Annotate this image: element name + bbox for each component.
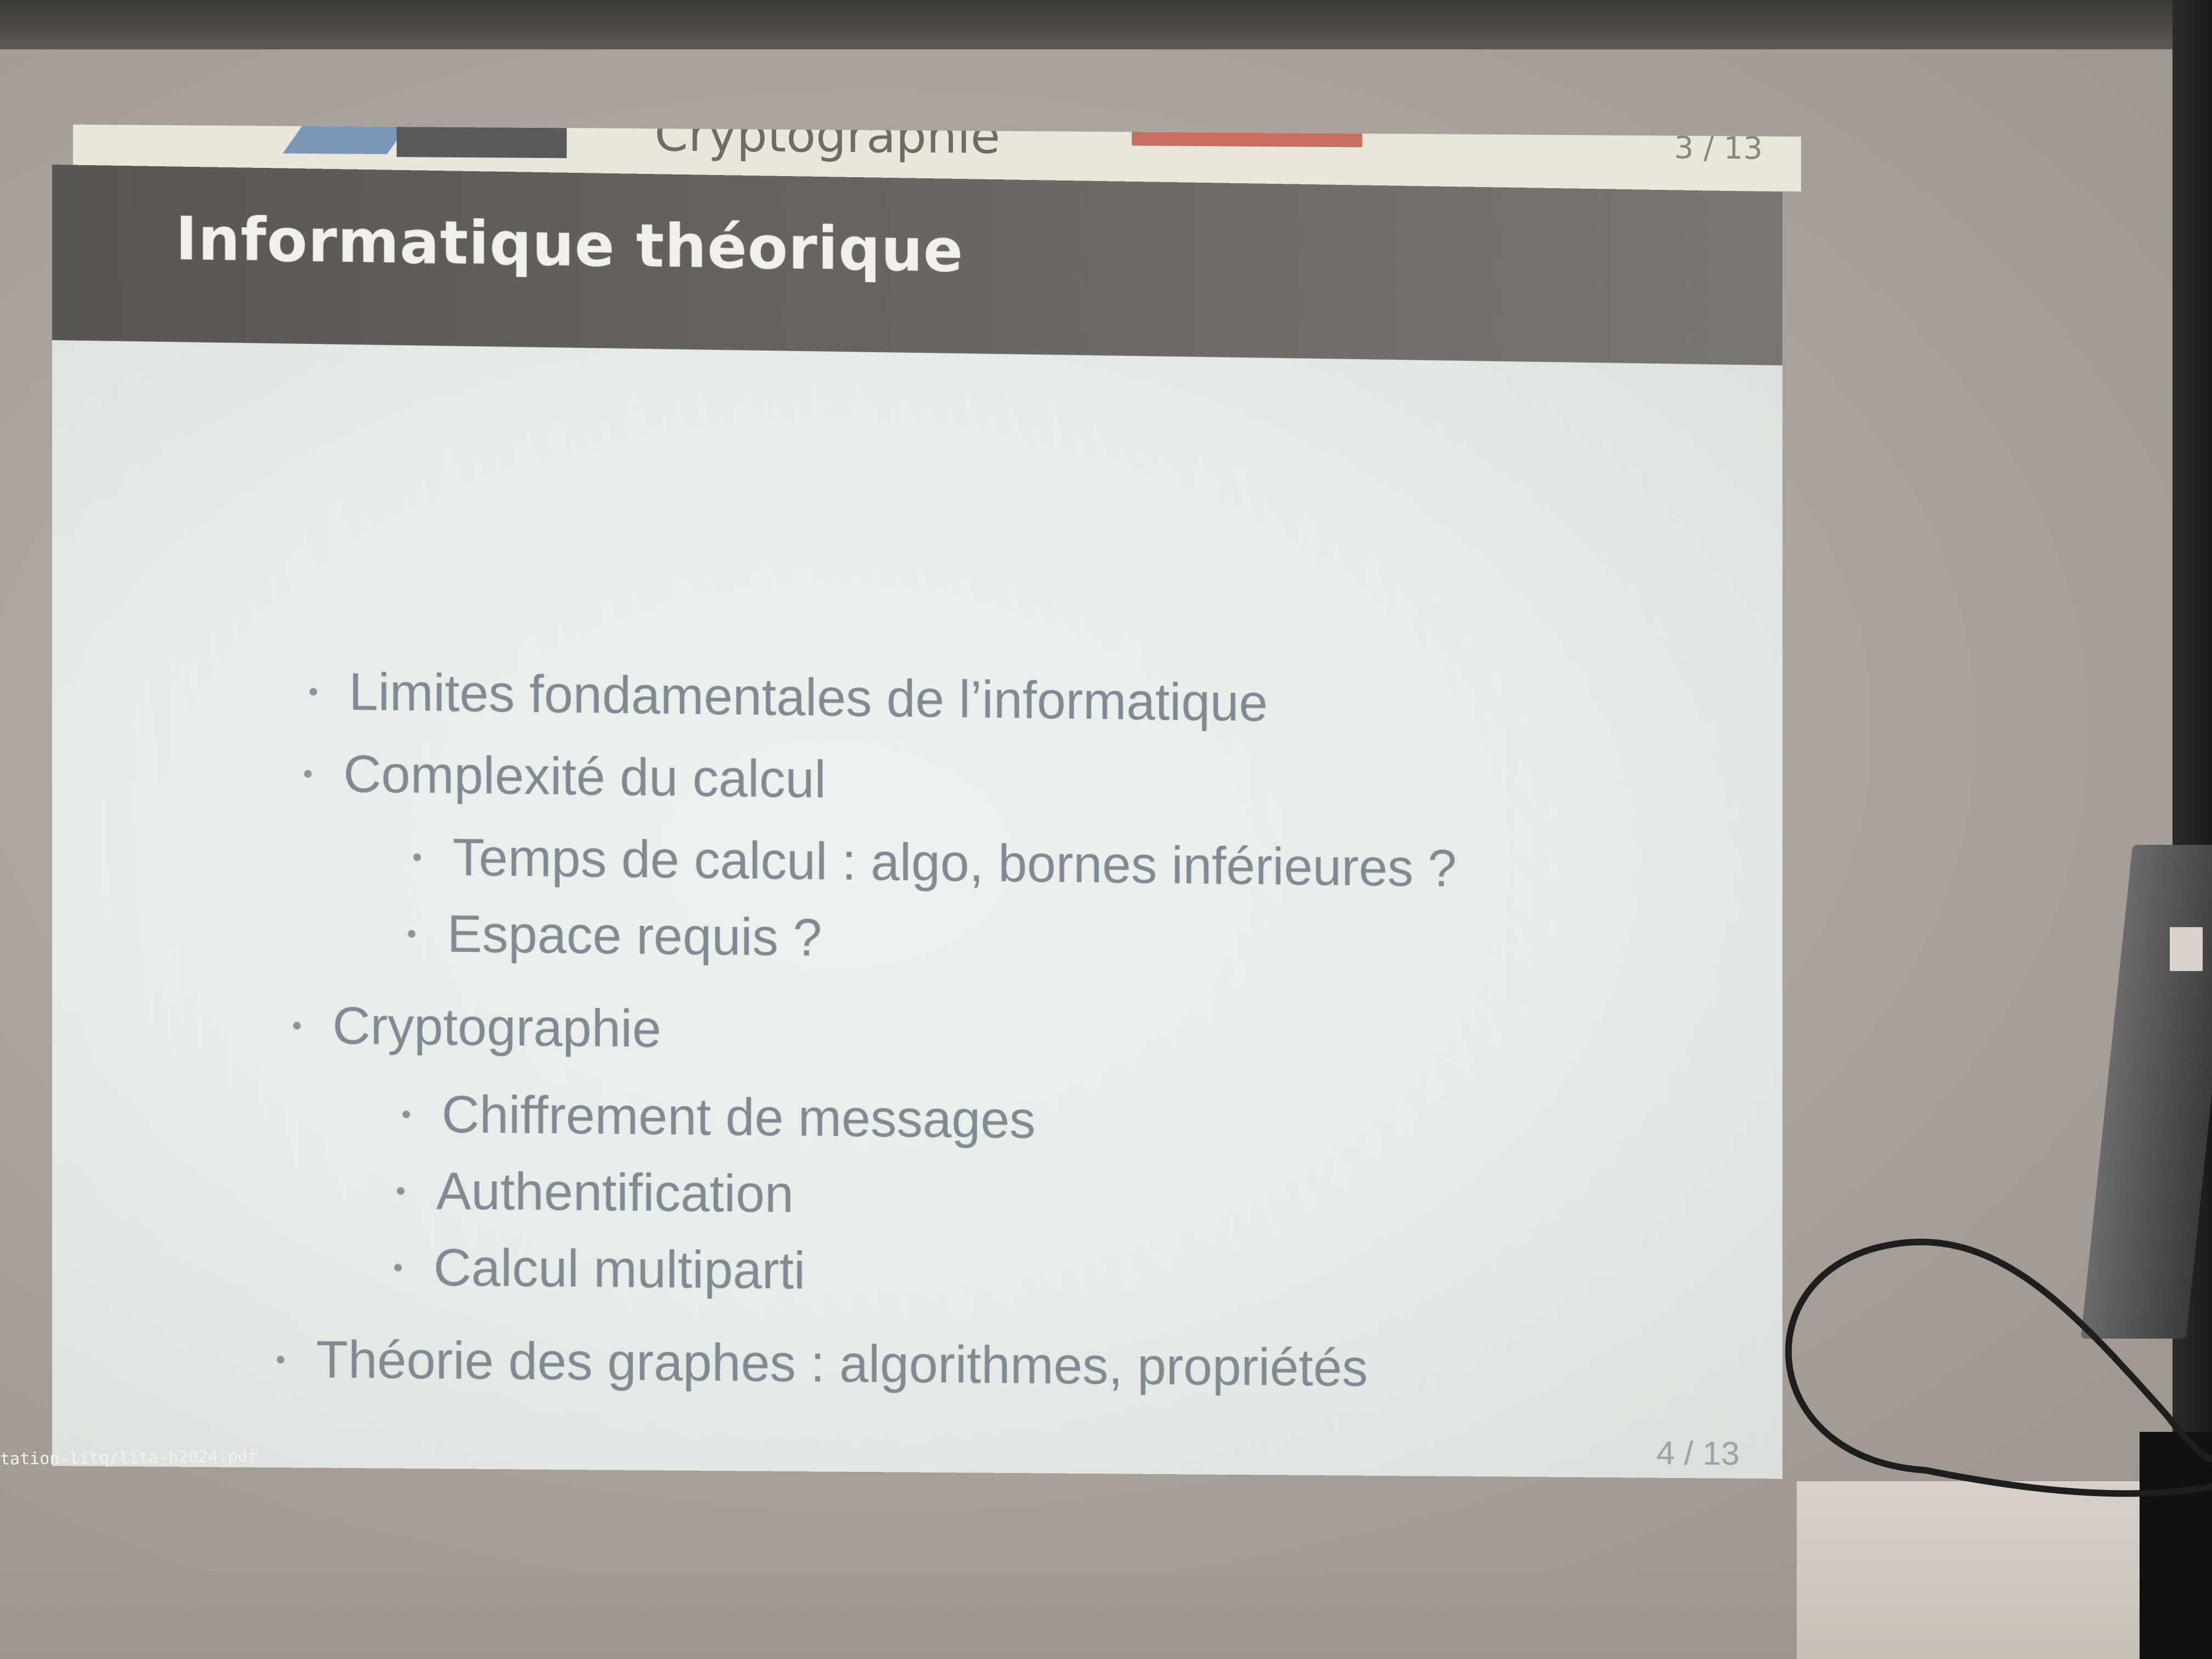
slide: Informatique théorique Limites fondament… bbox=[52, 165, 1783, 1479]
frame-header: Informatique théorique bbox=[52, 165, 1783, 366]
frame-body: Limites fondamentales de l’informatique … bbox=[52, 340, 1783, 1479]
bullet-text: Limites fondamentales de l’informatique bbox=[348, 662, 1268, 733]
page-number: 4 / 13 bbox=[1656, 1434, 1740, 1472]
bullet-dot bbox=[397, 1187, 405, 1195]
slide-title: Informatique théorique bbox=[175, 205, 964, 285]
ceiling-shadow bbox=[0, 0, 2212, 49]
bullet-dot bbox=[304, 770, 312, 778]
cable bbox=[1785, 1238, 2212, 1497]
bullet-dot bbox=[276, 1356, 285, 1364]
bullet-text: Complexité du calcul bbox=[343, 744, 826, 809]
sub-bullet-item: Chiffrement de messages bbox=[402, 1084, 1035, 1150]
equipment-label bbox=[2170, 927, 2203, 971]
bullet-text: Calcul multiparti bbox=[433, 1238, 805, 1300]
bullet-text: Cryptographie bbox=[332, 996, 662, 1059]
sub-bullet-item: Authentification bbox=[397, 1161, 794, 1224]
bullet-item: Complexité du calcul bbox=[304, 744, 826, 810]
previous-slide-accent bbox=[283, 126, 407, 155]
sub-bullet-item: Temps de calcul : algo, bornes inférieur… bbox=[413, 827, 1457, 899]
bullet-text: Chiffrement de messages bbox=[442, 1085, 1036, 1150]
bullet-item: Cryptographie bbox=[293, 996, 661, 1060]
sub-bullet-item: Espace requis ? bbox=[408, 904, 822, 968]
bullet-text: Temps de calcul : algo, bornes inférieur… bbox=[452, 828, 1457, 898]
bullet-text: Théorie des graphes : algorithmes, propr… bbox=[316, 1330, 1368, 1398]
previous-slide-title: Cryptographie bbox=[654, 125, 1001, 165]
bullet-dot bbox=[394, 1263, 402, 1272]
previous-slide-accent-red bbox=[1132, 132, 1362, 148]
previous-slide-accent-dark bbox=[397, 127, 567, 159]
bullet-text: Espace requis ? bbox=[447, 904, 822, 967]
bullet-dot bbox=[402, 1110, 410, 1119]
bullet-text: Authentification bbox=[436, 1161, 794, 1224]
bullet-dot bbox=[408, 930, 416, 938]
sub-bullet-item: Calcul multiparti bbox=[394, 1238, 805, 1301]
bullet-dot bbox=[413, 853, 421, 861]
bullet-item: Limites fondamentales de l’informatique bbox=[309, 662, 1268, 733]
bullet-dot bbox=[293, 1022, 301, 1030]
bullet-item: Théorie des graphes : algorithmes, propr… bbox=[276, 1329, 1368, 1398]
file-path-label: tation-litq/lita-h2024.pdf bbox=[0, 1447, 258, 1469]
bullet-dot bbox=[309, 687, 318, 696]
